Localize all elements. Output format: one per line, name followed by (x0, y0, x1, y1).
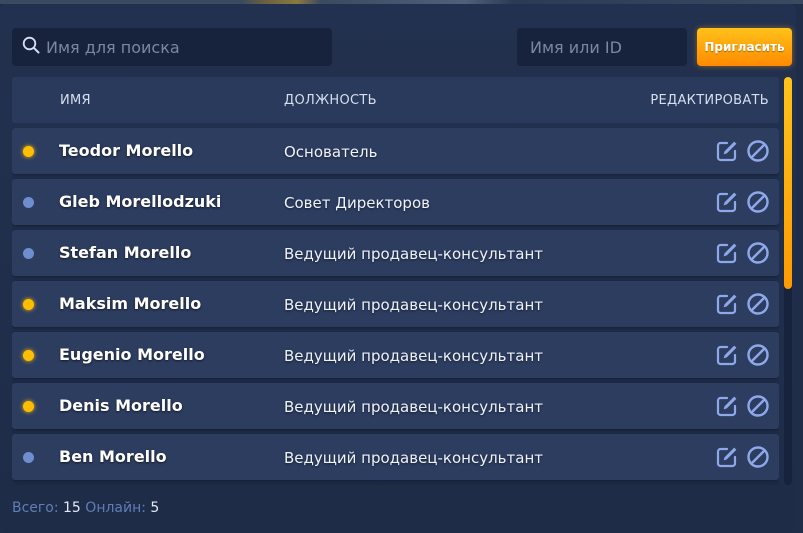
online-label: Онлайн: (85, 500, 146, 516)
edit-icon[interactable] (715, 292, 739, 316)
table-row[interactable]: Ben Morello Ведущий продавец-консультант (12, 434, 779, 480)
block-icon[interactable] (746, 394, 770, 418)
table-header: ИМЯ ДОЛЖНОСТЬ РЕДАКТИРОВАТЬ (12, 77, 779, 123)
id-field[interactable] (517, 28, 687, 66)
status-dot (23, 146, 34, 157)
search-icon (22, 36, 40, 58)
table-row[interactable]: Maksim Morello Ведущий продавец-консульта… (12, 281, 779, 327)
member-position: Совет Директоров (284, 194, 430, 212)
status-dot (23, 248, 34, 259)
member-name: Eugenio Morello (59, 345, 205, 364)
invite-button[interactable]: Пригласить (697, 28, 792, 66)
status-dot (23, 452, 34, 463)
total-label: Всего: (12, 500, 59, 516)
members-list[interactable]: Teodor Morello Основатель Gleb Morellodzuk… (12, 128, 779, 485)
block-icon[interactable] (746, 190, 770, 214)
header-name: ИМЯ (60, 93, 91, 108)
total-count: 15 (63, 500, 81, 516)
edit-icon[interactable] (715, 343, 739, 367)
block-icon[interactable] (746, 292, 770, 316)
block-icon[interactable] (746, 241, 770, 265)
edit-icon[interactable] (715, 241, 739, 265)
member-name: Maksim Morello (59, 294, 202, 313)
table-row[interactable]: Teodor Morello Основатель (12, 128, 779, 174)
edit-icon[interactable] (715, 445, 739, 469)
member-position: Ведущий продавец-консультант (284, 245, 543, 263)
member-name: Gleb Morellodzuki (59, 192, 222, 211)
scrollbar[interactable] (784, 77, 792, 485)
status-dot (23, 197, 34, 208)
search-field[interactable] (12, 28, 332, 66)
block-icon[interactable] (746, 343, 770, 367)
member-position: Ведущий продавец-консультант (284, 398, 543, 416)
edit-icon[interactable] (715, 190, 739, 214)
members-panel: Пригласить ИМЯ ДОЛЖНОСТЬ РЕДАКТИРОВАТЬ T… (0, 4, 796, 533)
member-position: Ведущий продавец-консультант (284, 296, 543, 314)
member-position: Ведущий продавец-консультант (284, 449, 543, 467)
scrollbar-thumb[interactable] (784, 77, 792, 289)
member-name: Ben Morello (59, 447, 167, 466)
id-input[interactable] (528, 36, 687, 58)
table-row[interactable]: Stefan Morello Ведущий продавец-консульта… (12, 230, 779, 276)
status-dot (23, 299, 34, 310)
status-dot (23, 401, 34, 412)
member-position: Основатель (284, 143, 378, 161)
header-edit: РЕДАКТИРОВАТЬ (650, 93, 769, 108)
member-name: Denis Morello (59, 396, 183, 415)
block-icon[interactable] (746, 139, 770, 163)
status-dot (23, 350, 34, 361)
member-position: Ведущий продавец-консультант (284, 347, 543, 365)
table-row[interactable]: Gleb Morellodzuki Совет Директоров (12, 179, 779, 225)
edit-icon[interactable] (715, 394, 739, 418)
edit-icon[interactable] (715, 139, 739, 163)
member-name: Stefan Morello (59, 243, 192, 262)
member-name: Teodor Morello (59, 141, 194, 160)
table-row[interactable]: Eugenio Morello Ведущий продавец-консульт… (12, 332, 779, 378)
search-input[interactable] (44, 36, 332, 58)
online-count: 5 (150, 500, 160, 516)
table-row[interactable]: Denis Morello Ведущий продавец-консультан… (12, 383, 779, 429)
block-icon[interactable] (746, 445, 770, 469)
members-summary: Всего: 15 Онлайн: 5 (12, 500, 159, 516)
header-position: ДОЛЖНОСТЬ (284, 93, 377, 108)
